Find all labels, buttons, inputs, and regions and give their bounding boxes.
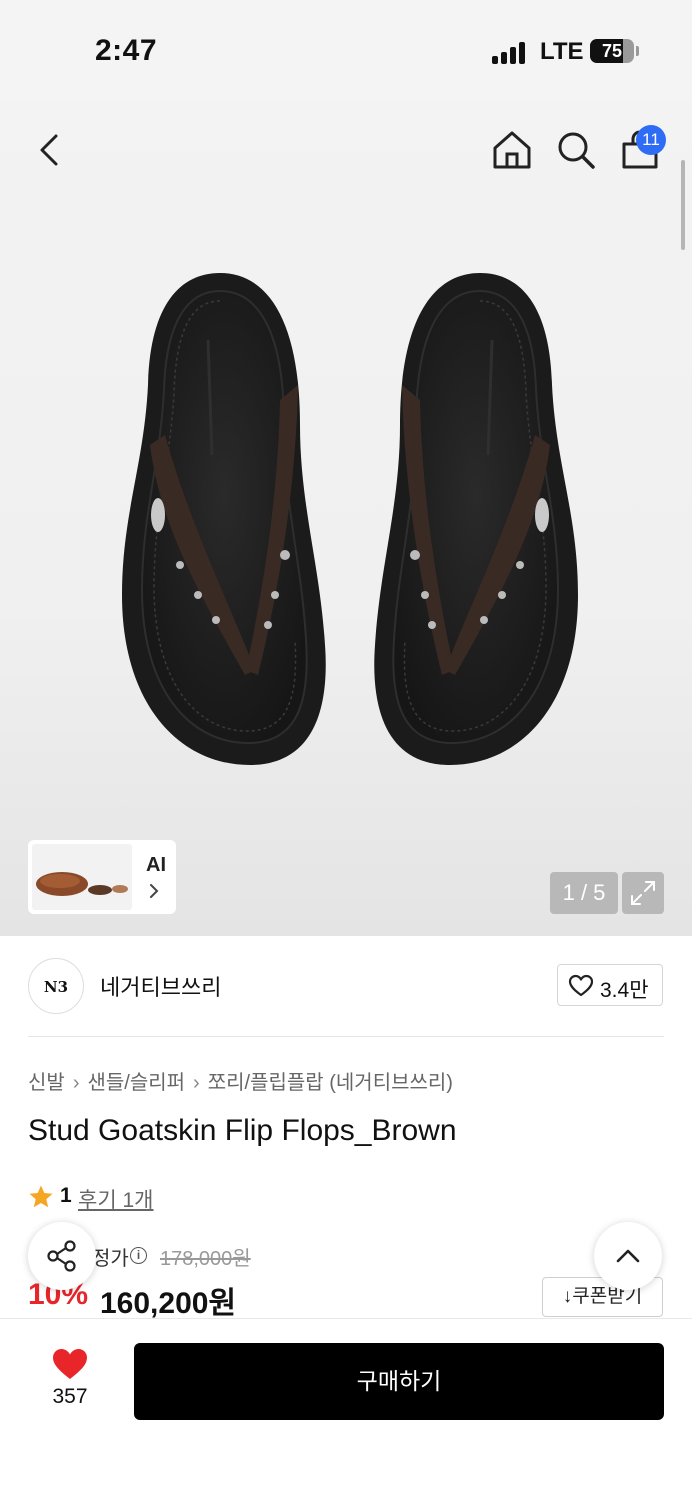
share-icon bbox=[47, 1240, 76, 1272]
scroll-top-button[interactable] bbox=[594, 1222, 662, 1290]
back-button[interactable] bbox=[28, 128, 72, 172]
divider bbox=[28, 1036, 664, 1037]
chevron-left-icon bbox=[40, 134, 58, 166]
battery-icon: 75 bbox=[590, 39, 634, 63]
status-bar: 2:47 LTE 75 bbox=[0, 0, 692, 100]
heart-outline-icon bbox=[568, 974, 594, 997]
wishlist-button[interactable]: 357 bbox=[40, 1347, 100, 1427]
brand-like-button[interactable]: 3.4만 bbox=[557, 964, 663, 1006]
brand-name[interactable]: 네거티브쓰리 bbox=[100, 970, 221, 1002]
ai-styling-thumbnail[interactable]: AI bbox=[28, 840, 176, 914]
wishlist-count: 357 bbox=[52, 1385, 88, 1408]
signal-icon bbox=[492, 40, 528, 64]
heart-filled-icon bbox=[53, 1349, 87, 1379]
breadcrumb-item[interactable]: 신발 bbox=[28, 1072, 65, 1094]
breadcrumb: 신발 › 샌들/슬리퍼 › 쪼리/플립플랍 (네거티브쓰리) bbox=[28, 1066, 453, 1095]
buy-button[interactable]: 구매하기 bbox=[134, 1343, 664, 1420]
star-icon bbox=[29, 1185, 53, 1208]
brand-logo[interactable]: N3 bbox=[28, 958, 84, 1014]
expand-icon bbox=[631, 881, 655, 905]
scrollbar-thumb[interactable] bbox=[681, 160, 685, 250]
expand-button[interactable] bbox=[622, 872, 664, 914]
ai-thumbnail-image bbox=[32, 844, 132, 910]
home-icon bbox=[493, 131, 531, 169]
search-button[interactable] bbox=[554, 128, 598, 172]
product-image[interactable] bbox=[120, 265, 580, 775]
left-sandal bbox=[122, 273, 326, 765]
breadcrumb-separator-icon: › bbox=[72, 1072, 80, 1094]
sale-price: 160,200원 bbox=[100, 1287, 237, 1320]
breadcrumb-item[interactable]: 샌들/슬리퍼 bbox=[87, 1072, 185, 1094]
image-counter: 1 / 5 bbox=[550, 872, 618, 914]
home-button[interactable] bbox=[490, 128, 534, 172]
battery-percent: 75 bbox=[601, 41, 623, 61]
share-button[interactable] bbox=[28, 1222, 96, 1290]
battery-tip bbox=[636, 46, 639, 56]
breadcrumb-separator-icon: › bbox=[193, 1072, 200, 1094]
original-price: 178,000원 bbox=[160, 1248, 251, 1270]
info-icon[interactable]: i bbox=[130, 1247, 147, 1264]
product-title: Stud Goatskin Flip Flops_Brown bbox=[28, 1114, 457, 1147]
chevron-up-icon bbox=[616, 1249, 640, 1263]
status-time: 2:47 bbox=[95, 34, 158, 67]
right-sandal bbox=[374, 273, 578, 765]
network-type: LTE bbox=[540, 38, 584, 65]
price-label: 정가 bbox=[92, 1248, 129, 1270]
ai-label: AI bbox=[146, 854, 166, 876]
breadcrumb-item[interactable]: 쪼리/플립플랍 (네거티브쓰리) bbox=[208, 1072, 453, 1094]
bottom-action-bar: 357 구매하기 bbox=[0, 1318, 692, 1500]
search-icon bbox=[558, 132, 595, 169]
chevron-right-icon bbox=[150, 884, 159, 898]
review-link[interactable]: 후기 1개 bbox=[78, 1184, 153, 1214]
brand-like-count: 3.4만 bbox=[600, 979, 649, 1002]
cart-badge: 11 bbox=[636, 125, 666, 155]
rating-score: 1 bbox=[60, 1184, 72, 1207]
